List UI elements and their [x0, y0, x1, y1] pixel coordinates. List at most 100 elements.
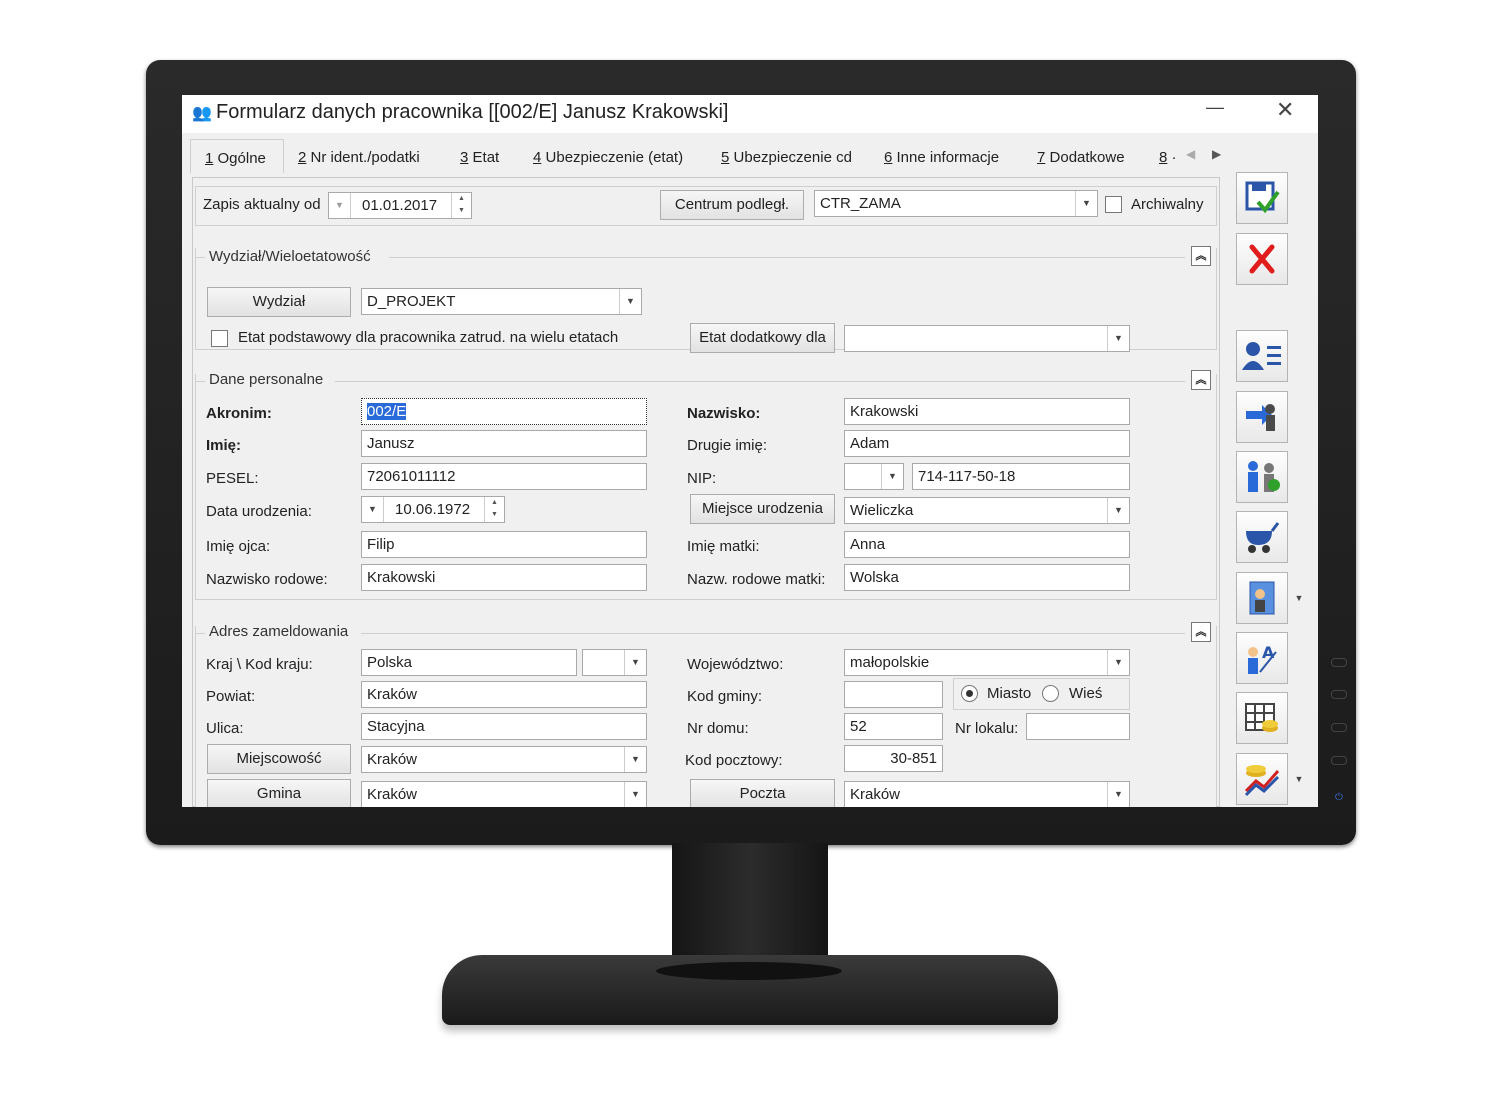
grid-coins-icon [1245, 703, 1278, 732]
tab-ogolne[interactable]: 1 Ogólne [190, 139, 284, 173]
chevron-down-icon[interactable]: ▼ [1107, 782, 1129, 807]
monitor-side-button [1331, 690, 1347, 699]
imie-ojca-field[interactable]: Filip [361, 531, 647, 558]
kod-kraju-select[interactable]: ▼ [582, 649, 647, 676]
centrum-button[interactable]: Centrum podległ. [660, 190, 804, 220]
data-urodzenia-field[interactable]: ▼ 10.06.1972 ▲ ▼ [361, 496, 505, 523]
grid-coins-button[interactable] [1236, 692, 1288, 744]
cancel-button[interactable] [1236, 233, 1288, 285]
collapse-icon[interactable]: ︽ [1191, 622, 1211, 642]
nip-label: NIP: [687, 470, 717, 487]
person-document-button[interactable] [1236, 572, 1288, 624]
poczta-button[interactable]: Poczta [690, 779, 835, 807]
collapse-icon[interactable]: ︽ [1191, 246, 1211, 266]
tab-number: 8 [1159, 149, 1168, 166]
employee-card-button[interactable] [1236, 330, 1288, 382]
ulica-label: Ulica: [206, 720, 244, 737]
chevron-down-icon[interactable]: ▼ [1107, 498, 1129, 523]
minimize-button[interactable]: — [1206, 97, 1226, 118]
chevron-down-icon[interactable]: ▼ [624, 650, 646, 675]
chevron-down-icon[interactable]: ▼ [362, 497, 384, 522]
nazw-rodowe-matki-field[interactable]: Wolska [844, 564, 1130, 591]
baby-carriage-button[interactable] [1236, 511, 1288, 563]
zapis-label: Zapis aktualny od [203, 196, 321, 213]
data-urodzenia-label: Data urodzenia: [206, 503, 312, 520]
imie-matki-field[interactable]: Anna [844, 531, 1130, 558]
nip-prefix-select[interactable]: ▼ [844, 463, 904, 490]
chevron-down-icon[interactable]: ▼ [1107, 326, 1129, 351]
chevron-down-icon[interactable]: ▼ [881, 464, 903, 489]
miejscowosc-button[interactable]: Miejscowość [207, 744, 351, 774]
kraj-field[interactable]: Polska [361, 649, 577, 676]
tab-8[interactable]: 8 · [1159, 139, 1177, 173]
nazwisko-label: Nazwisko: [687, 405, 761, 422]
tab-nr-ident[interactable]: 2 Nr ident./podatki [298, 139, 420, 173]
wydzial-select[interactable]: D_PROJEKT ▼ [361, 288, 642, 315]
powiat-field[interactable]: Kraków [361, 681, 647, 708]
wydzial-button[interactable]: Wydział [207, 287, 351, 317]
tab-number: 6 [884, 149, 893, 166]
date-spinner-icon[interactable]: ▲ ▼ [451, 193, 471, 218]
gmina-button[interactable]: Gmina [207, 779, 351, 807]
tab-etat[interactable]: 3 Etat [460, 139, 499, 173]
drugie-imie-field[interactable]: Adam [844, 430, 1130, 457]
tab-ubezpieczenie[interactable]: 4 Ubezpieczenie (etat) [533, 139, 683, 173]
imie-field[interactable]: Janusz [361, 430, 647, 457]
ulica-field[interactable]: Stacyjna [361, 713, 647, 740]
kod-gminy-field[interactable] [844, 681, 943, 708]
etat-dodatkowy-button[interactable]: Etat dodatkowy dla [690, 323, 835, 353]
family-button[interactable] [1236, 451, 1288, 503]
chevron-down-icon[interactable]: ▼ [624, 747, 646, 772]
miejsce-urodzenia-value: Wieliczka [850, 502, 914, 519]
tab-number: 1 [205, 150, 214, 167]
chevron-down-icon[interactable]: ▼ [1289, 753, 1309, 805]
miejscowosc-select[interactable]: Kraków ▼ [361, 746, 647, 773]
nr-domu-label: Nr domu: [687, 720, 749, 737]
archiwalny-checkbox[interactable] [1105, 196, 1122, 213]
miejsce-urodzenia-select[interactable]: Wieliczka ▼ [844, 497, 1130, 524]
miasto-radio[interactable] [961, 685, 978, 702]
archiwalny-label: Archiwalny [1131, 196, 1204, 213]
nazwisko-rodowe-field[interactable]: Krakowski [361, 564, 647, 591]
employee-transfer-button[interactable] [1236, 391, 1288, 443]
akronim-value: 002/E [367, 403, 407, 420]
nr-domu-field[interactable]: 52 [844, 713, 943, 740]
chevron-down-icon[interactable]: ▼ [1075, 191, 1097, 216]
kod-gminy-label: Kod gminy: [687, 688, 763, 705]
miejsce-urodzenia-button[interactable]: Miejsce urodzenia [690, 494, 835, 524]
tab-scroll-right-icon[interactable]: ▶ [1212, 147, 1221, 161]
poczta-select[interactable]: Kraków ▼ [844, 781, 1130, 807]
nip-field[interactable]: 714-117-50-18 [912, 463, 1130, 490]
etat-dodatkowy-select[interactable]: ▼ [844, 325, 1130, 352]
collapse-icon[interactable]: ︽ [1191, 370, 1211, 390]
kod-pocztowy-field[interactable]: 30-851 [844, 745, 943, 772]
chevron-down-icon[interactable]: ▼ [329, 193, 351, 218]
tab-dodatkowe[interactable]: 7 Dodatkowe [1037, 139, 1125, 173]
kod-pocztowy-label: Kod pocztowy: [685, 752, 783, 769]
chevron-down-icon[interactable]: ▼ [624, 782, 646, 807]
close-button[interactable]: ✕ [1276, 97, 1294, 123]
gmina-select[interactable]: Kraków ▼ [361, 781, 647, 807]
tab-label: Ubezpieczenie (etat) [545, 149, 684, 166]
wies-radio[interactable] [1042, 685, 1059, 702]
kraj-label: Kraj \ Kod kraju: [206, 656, 313, 673]
wojewodztwo-select[interactable]: małopolskie ▼ [844, 649, 1130, 676]
pesel-field[interactable]: 72061011112 [361, 463, 647, 490]
centrum-select[interactable]: CTR_ZAMA ▼ [814, 190, 1098, 217]
nr-lokalu-field[interactable] [1026, 713, 1130, 740]
person-letter-button[interactable]: A [1236, 632, 1288, 684]
chart-coins-button[interactable] [1236, 753, 1288, 805]
nazwisko-field[interactable]: Krakowski [844, 398, 1130, 425]
tab-inne-informacje[interactable]: 6 Inne informacje [884, 139, 999, 173]
chevron-down-icon[interactable]: ▼ [1289, 572, 1309, 624]
save-button[interactable] [1236, 172, 1288, 224]
zapis-date-field[interactable]: ▼ 01.01.2017 ▲ ▼ [328, 192, 472, 219]
section-divider [335, 381, 1185, 382]
akronim-field[interactable]: 002/E [361, 398, 647, 425]
tab-scroll-left-icon[interactable]: ◀ [1186, 147, 1195, 161]
etat-podstawowy-checkbox[interactable] [211, 330, 228, 347]
date-spinner-icon[interactable]: ▲ ▼ [484, 497, 504, 522]
chevron-down-icon[interactable]: ▼ [619, 289, 641, 314]
tab-ubezpieczenie-cd[interactable]: 5 Ubezpieczenie cd [721, 139, 852, 173]
chevron-down-icon[interactable]: ▼ [1107, 650, 1129, 675]
